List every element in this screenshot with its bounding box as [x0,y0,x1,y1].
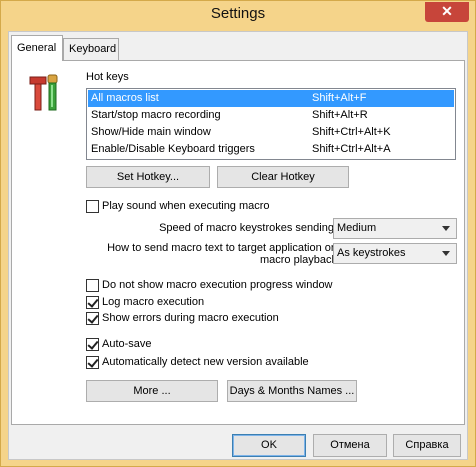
speed-value: Medium [337,222,377,234]
hotkey-row[interactable]: Show/Hide main window Shift+Ctrl+Alt+K [88,124,454,141]
hotkey-name: Start/stop macro recording [91,109,221,121]
speed-select[interactable]: Medium [333,218,457,239]
send-method-value: As keystrokes [337,247,406,259]
no-progress-label: Do not show macro execution progress win… [102,279,333,291]
more-button[interactable]: More ... [86,380,218,402]
general-panel: Hot keys All macros list Shift+Alt+F Sta… [11,60,465,425]
show-errors-label: Show errors during macro execution [102,312,279,324]
log-execution-label: Log macro execution [102,296,205,308]
hotkeys-heading: Hot keys [86,71,129,83]
settings-window: Settings ✕ General Keyboard Hot keys All… [0,0,476,467]
tab-general[interactable]: General [11,35,63,61]
cancel-button[interactable]: Отмена [313,434,387,457]
dialog-client: General Keyboard Hot keys All macros lis… [8,31,468,460]
ok-button[interactable]: OK [232,434,306,457]
play-sound-label: Play sound when executing macro [102,200,270,212]
clear-hotkey-button[interactable]: Clear Hotkey [217,166,349,188]
hotkey-name: All macros list [91,92,159,104]
chevron-down-icon [442,226,450,231]
hotkey-name: Enable/Disable Keyboard triggers [91,143,255,155]
send-method-select[interactable]: As keystrokes [333,243,457,264]
help-button[interactable]: Справка [393,434,461,457]
send-method-label: How to send macro text to target applica… [107,242,337,266]
auto-update-label: Automatically detect new version availab… [102,356,309,368]
play-sound-checkbox[interactable] [86,200,99,213]
window-title: Settings [210,5,266,22]
auto-save-checkbox[interactable] [86,338,99,351]
auto-update-checkbox[interactable] [86,356,99,369]
send-method-label-line1: How to send macro text to target applica… [107,242,337,254]
tab-keyboard[interactable]: Keyboard [63,38,119,60]
tools-icon [29,74,58,111]
close-icon[interactable]: ✕ [425,2,469,22]
auto-save-label: Auto-save [102,338,152,350]
hotkey-shortcut: Shift+Ctrl+Alt+A [312,143,391,155]
hotkey-shortcut: Shift+Ctrl+Alt+K [312,126,391,138]
hotkey-shortcut: Shift+Alt+R [312,109,368,121]
no-progress-checkbox[interactable] [86,279,99,292]
hotkey-name: Show/Hide main window [91,126,211,138]
show-errors-checkbox[interactable] [86,312,99,325]
hotkey-list[interactable]: All macros list Shift+Alt+F Start/stop m… [86,88,456,160]
days-months-names-button[interactable]: Days & Months Names ... [227,380,357,402]
hotkey-row[interactable]: Start/stop macro recording Shift+Alt+R [88,107,454,124]
log-execution-checkbox[interactable] [86,296,99,309]
hotkey-row[interactable]: All macros list Shift+Alt+F [88,90,454,107]
set-hotkey-button[interactable]: Set Hotkey... [86,166,210,188]
hotkey-row[interactable]: Enable/Disable Keyboard triggers Shift+C… [88,141,454,158]
speed-label: Speed of macro keystrokes sending: [159,222,337,234]
hotkey-shortcut: Shift+Alt+F [312,92,367,104]
chevron-down-icon [442,251,450,256]
send-method-label-line2: macro playback [259,254,337,266]
